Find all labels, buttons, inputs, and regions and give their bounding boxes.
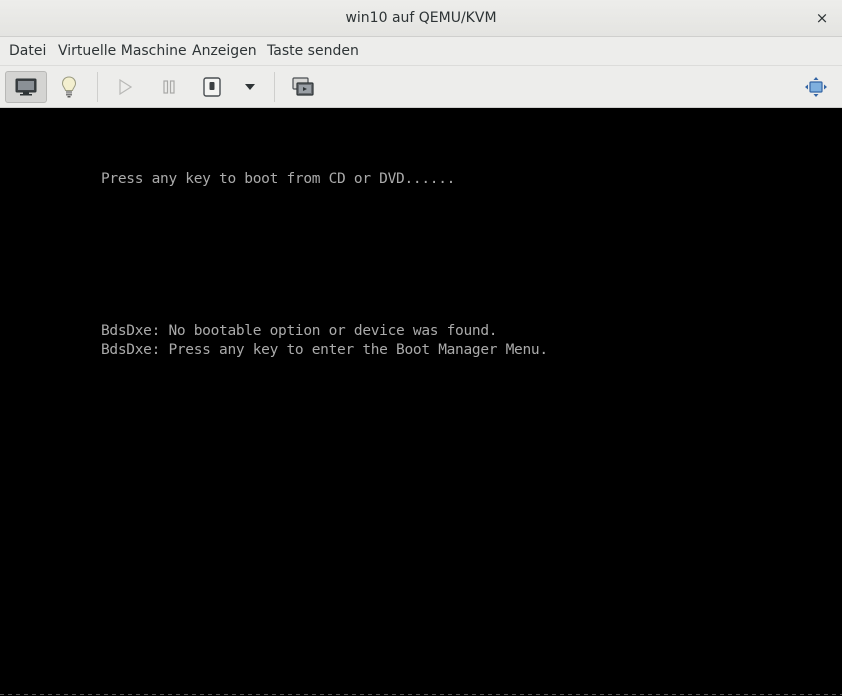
toolbar [0,66,842,108]
menu-bar: Datei Virtuelle Maschine Anzeigen Taste … [0,37,842,66]
monitor-icon [15,78,37,96]
shutdown-menu-button[interactable] [238,71,262,103]
toolbar-separator [97,72,98,102]
details-button[interactable] [53,71,85,103]
toolbar-separator [274,72,275,102]
vm-window: win10 auf QEMU/KVM × Datei Virtuelle Mas… [0,0,842,696]
menu-taste-senden[interactable]: Taste senden [267,43,359,59]
menu-anzeigen[interactable]: Anzeigen [192,43,257,59]
snapshots-button[interactable] [287,71,319,103]
fullscreen-button[interactable] [800,71,832,103]
window-title: win10 auf QEMU/KVM [345,10,497,26]
console-bottom-edge [0,694,842,695]
shutdown-button[interactable] [198,71,226,103]
menu-datei[interactable]: Datei [9,43,46,59]
pause-button[interactable] [154,71,184,103]
title-bar[interactable]: win10 auf QEMU/KVM × [0,0,842,37]
lightbulb-icon [61,76,77,98]
console-view-button[interactable] [5,71,47,103]
console-line-no-bootable: BdsDxe: No bootable option or device was… [101,323,498,339]
console-line-boot-manager: BdsDxe: Press any key to enter the Boot … [101,342,548,358]
chevron-down-icon [245,84,255,90]
play-icon [119,79,132,95]
vm-console-display[interactable]: Press any key to boot from CD or DVD....… [0,108,842,696]
close-button[interactable]: × [812,8,832,28]
console-line-boot-prompt: Press any key to boot from CD or DVD....… [101,171,456,187]
fullscreen-icon [805,77,827,97]
pause-icon [163,80,175,94]
power-icon [203,77,221,97]
run-button[interactable] [110,71,140,103]
snapshots-icon [292,77,314,96]
menu-virtuelle-maschine[interactable]: Virtuelle Maschine [58,43,187,59]
